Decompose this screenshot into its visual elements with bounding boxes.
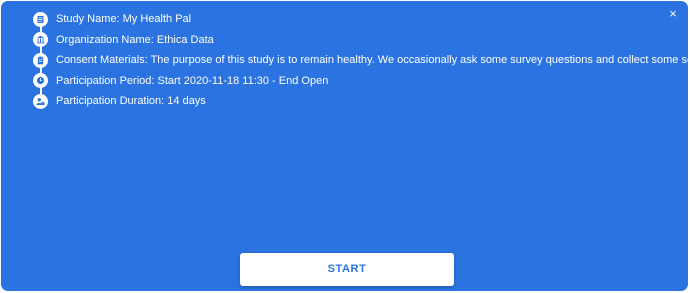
document-icon: [33, 11, 48, 27]
participation-period-row: Participation Period: Start 2020-11-18 1…: [33, 71, 688, 92]
clock-icon: [33, 73, 48, 89]
organization-name-row: Organization Name: Ethica Data: [33, 30, 688, 51]
consent-materials-row: Consent Materials: The purpose of this s…: [33, 50, 688, 71]
start-button[interactable]: START: [240, 253, 454, 286]
participation-duration-row: Participation Duration: 14 days: [33, 91, 688, 112]
study-name-label: Study Name: My Health Pal: [56, 13, 192, 26]
consent-materials-label: Consent Materials: The purpose of this s…: [56, 54, 688, 67]
clipboard-icon: [33, 52, 48, 68]
organization-name-label: Organization Name: Ethica Data: [56, 33, 214, 46]
institution-icon: [33, 32, 48, 48]
study-name-row: Study Name: My Health Pal: [33, 9, 688, 30]
study-info-panel: × Study Name: My Health Pal Organization…: [1, 1, 688, 291]
person-timer-icon: [33, 93, 48, 109]
participation-duration-label: Participation Duration: 14 days: [56, 95, 206, 108]
participation-period-label: Participation Period: Start 2020-11-18 1…: [56, 74, 329, 87]
study-details-list: Study Name: My Health Pal Organization N…: [33, 9, 688, 112]
